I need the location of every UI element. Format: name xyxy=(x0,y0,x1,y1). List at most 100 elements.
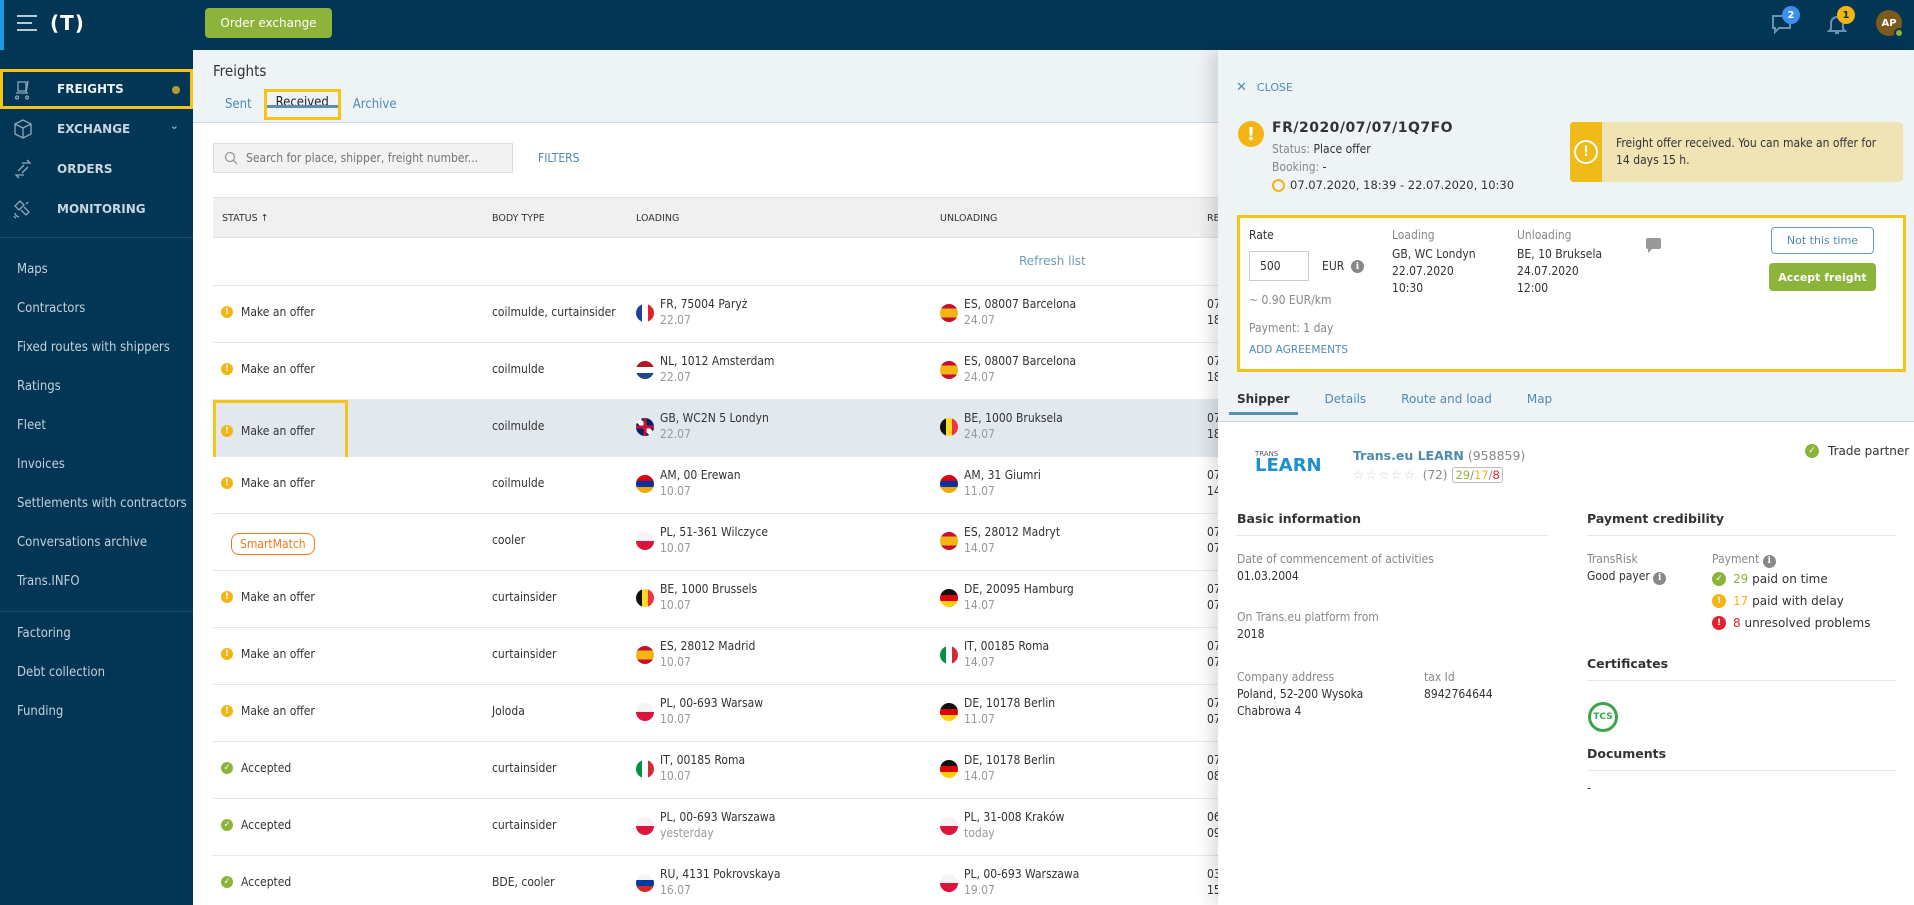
flag-es-icon xyxy=(940,361,958,379)
table-row[interactable]: ✓ Accepted curtainsider IT, 00185 Roma 10.… xyxy=(213,742,1218,799)
status-cell: ✓ Accepted xyxy=(221,875,291,889)
top-bar-accent xyxy=(0,0,4,50)
chevron-down-icon[interactable]: ⌄ xyxy=(170,119,179,132)
tab-details[interactable]: Details xyxy=(1325,392,1367,414)
trade-partner-label: Trade partner xyxy=(1828,444,1910,458)
satellite-icon xyxy=(13,200,30,219)
messages-icon[interactable]: 2 xyxy=(1770,6,1800,38)
table-row[interactable]: ! Make an offer coilmulde GB, WC2N 5 Londy… xyxy=(213,400,1218,461)
sidebar-link[interactable]: Funding xyxy=(0,692,193,731)
status-text: Accepted xyxy=(241,761,292,775)
loading-info: GB, WC Londyn 22.07.2020 10:30 xyxy=(1392,246,1476,297)
truncated-cell: 07 18 xyxy=(1207,410,1218,442)
unloading-time: 12:00 xyxy=(1517,281,1549,295)
orders-arrows-icon xyxy=(14,159,32,179)
sidebar-item-freights[interactable]: FREIGHTS xyxy=(0,69,193,109)
filters-link[interactable]: FILTERS xyxy=(538,151,580,165)
add-agreements-link[interactable]: ADD AGREEMENTS xyxy=(1249,344,1348,356)
table-row[interactable]: ! Make an offer coilmulde, curtainsider FR… xyxy=(213,286,1218,343)
sidebar-link[interactable]: Maps xyxy=(0,250,193,289)
loading-date: 10.07 xyxy=(660,484,691,498)
table-row[interactable]: ! Make an offer coilmulde NL, 1012 Amsterd… xyxy=(213,343,1218,400)
column-loading[interactable]: LOADING xyxy=(636,213,679,224)
sidebar-link[interactable]: Debt collection xyxy=(0,653,193,692)
smartmatch-badge[interactable]: SmartMatch xyxy=(231,533,315,555)
table-row[interactable]: ✓ Accepted BDE, cooler RU, 4131 Pokrovskay… xyxy=(213,856,1218,905)
info-icon[interactable]: i xyxy=(1653,572,1667,585)
tab-received[interactable]: Received xyxy=(263,89,341,120)
column-body-type[interactable]: BODY TYPE xyxy=(492,213,545,224)
flag-pl-icon xyxy=(636,817,654,835)
commencement-label: Date of commencement of activities xyxy=(1237,552,1434,566)
tcs-certificate-icon[interactable]: TCS xyxy=(1588,702,1618,732)
unloading-cell: IT, 00185 Roma 14.07 xyxy=(940,638,1049,670)
truncated-value: 09 xyxy=(1207,826,1218,840)
sidebar-link[interactable]: Invoices xyxy=(0,445,193,484)
loading-date: yesterday xyxy=(660,826,714,840)
truncated-cell: 07 18 xyxy=(1207,296,1218,328)
tab-sent[interactable]: Sent xyxy=(213,97,264,120)
sidebar-links: Maps Contractors Fixed routes with shipper… xyxy=(0,238,193,611)
loading-date: 22.07 xyxy=(660,313,691,327)
sidebar-item-orders[interactable]: ORDERS xyxy=(0,149,193,189)
sidebar-link[interactable]: Settlements with contractors xyxy=(0,484,193,523)
notice-warning-icon: ! xyxy=(1574,140,1599,164)
trade-partner-badge: ✓ Trade partner xyxy=(1805,444,1909,458)
table-row[interactable]: ! Make an offer Joloda PL, 00-693 Warsaw 1… xyxy=(213,685,1218,742)
not-this-time-button[interactable]: Not this time xyxy=(1771,227,1874,254)
rate-input[interactable] xyxy=(1249,251,1309,281)
tab-map[interactable]: Map xyxy=(1527,392,1552,414)
tab-route-and-load[interactable]: Route and load xyxy=(1401,392,1492,414)
column-unloading[interactable]: UNLOADING xyxy=(940,213,997,224)
score-good: 29 xyxy=(1455,468,1471,482)
sidebar-link[interactable]: Ratings xyxy=(0,367,193,406)
sidebar-link[interactable]: Fleet xyxy=(0,406,193,445)
status-cell: ! Make an offer xyxy=(221,476,315,490)
unloading-place: ES, 28012 Madryt xyxy=(964,525,1061,539)
sidebar-link[interactable]: Contractors xyxy=(0,289,193,328)
table-row[interactable]: SmartMatch cooler PL, 51-361 Wilczyce 10.… xyxy=(213,514,1218,571)
rate-per-km: ~ 0.90 EUR/km xyxy=(1249,293,1332,307)
unloading-info: BE, 10 Bruksela 24.07.2020 12:00 xyxy=(1517,246,1602,297)
trans-logo[interactable]: (T) xyxy=(50,11,85,35)
check-circle-icon: ✓ xyxy=(221,762,233,774)
table-row[interactable]: ✓ Accepted curtainsider PL, 00-693 Warszaw… xyxy=(213,799,1218,856)
table-row[interactable]: ! Make an offer coilmulde AM, 00 Erewan 10… xyxy=(213,457,1218,514)
user-avatar[interactable]: AP xyxy=(1876,10,1904,38)
sidebar-item-exchange[interactable]: EXCHANGE ⌄ xyxy=(0,109,193,149)
truncated-value: 18 xyxy=(1207,313,1218,327)
table-row[interactable]: ! Make an offer curtainsider ES, 28012 Mad… xyxy=(213,628,1218,685)
refresh-list-link[interactable]: Refresh list xyxy=(1019,254,1086,268)
tab-shipper[interactable]: Shipper xyxy=(1229,392,1298,415)
sidebar-link[interactable]: Trans.INFO xyxy=(0,562,193,601)
transrisk-value: Good payer xyxy=(1587,569,1650,583)
truncated-value: 08 xyxy=(1207,769,1218,783)
sidebar-link[interactable]: Conversations archive xyxy=(0,523,193,562)
payment-label: Payment xyxy=(1712,552,1760,566)
search-input[interactable] xyxy=(246,151,496,165)
bell-icon[interactable]: 1 xyxy=(1825,6,1855,38)
sidebar-link[interactable]: Fixed routes with shippers xyxy=(0,328,193,367)
sidebar-finance-links: Factoring Debt collection Funding xyxy=(0,612,193,741)
order-exchange-button[interactable]: Order exchange xyxy=(205,8,332,38)
sidebar-item-monitoring[interactable]: MONITORING xyxy=(0,189,193,229)
close-button[interactable]: ✕ CLOSE xyxy=(1236,80,1293,95)
rate-label: Rate xyxy=(1249,228,1274,242)
table-row[interactable]: ! Make an offer curtainsider BE, 1000 Brus… xyxy=(213,571,1218,628)
comment-icon[interactable] xyxy=(1646,238,1661,253)
info-icon[interactable]: i xyxy=(1762,555,1776,568)
warning-icon: ! xyxy=(221,648,233,660)
sidebar-link[interactable]: Factoring xyxy=(0,614,193,653)
unloading-cell: DE, 20095 Hamburg 14.07 xyxy=(940,581,1074,613)
platform-info: On Trans.eu platform from 2018 xyxy=(1237,609,1379,643)
tab-archive[interactable]: Archive xyxy=(341,97,409,120)
column-status[interactable]: STATUS ↑ xyxy=(222,213,269,224)
unloading-place: PL, 00-693 Warszawa xyxy=(964,867,1080,881)
shipper-name-link[interactable]: Trans.eu LEARN xyxy=(1353,448,1464,463)
search-box[interactable] xyxy=(213,143,513,173)
menu-icon[interactable] xyxy=(17,15,37,31)
warning-icon: ! xyxy=(1238,121,1264,147)
info-icon[interactable]: i xyxy=(1351,260,1364,273)
accept-freight-button[interactable]: Accept freight xyxy=(1769,263,1876,291)
transrisk-label: TransRisk xyxy=(1587,552,1638,566)
